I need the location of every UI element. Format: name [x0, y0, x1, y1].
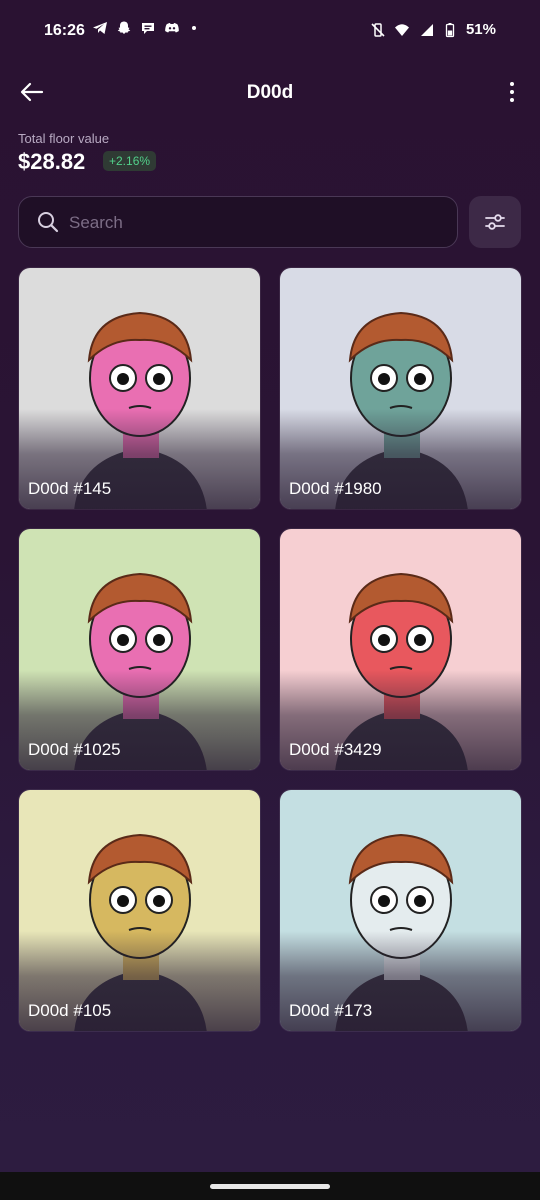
nft-card[interactable]: D00d #1980: [279, 267, 522, 510]
system-status-icons: 51%: [370, 21, 496, 38]
floor-change-badge: +2.16%: [103, 151, 157, 171]
nft-name: D00d #145: [28, 479, 112, 498]
filter-button[interactable]: [469, 196, 521, 248]
chat-bubble-icon: [142, 23, 154, 34]
floor-value-amount: $28.82: [18, 149, 86, 174]
snapchat-icon: [117, 21, 131, 34]
more-notifications-dot-icon: [192, 26, 196, 30]
nft-card[interactable]: D00d #145: [18, 267, 261, 510]
search-icon: [38, 212, 59, 233]
nft-name: D00d #1025: [28, 740, 121, 759]
filter-sliders-icon: [485, 214, 505, 230]
notification-icons: [92, 20, 204, 36]
nft-name: D00d #173: [289, 1001, 373, 1020]
page-title: D00d: [246, 82, 294, 103]
telegram-icon: [93, 22, 107, 34]
nft-grid: D00d #145 D00d #1980 D00d #1025 D00d #34…: [18, 267, 522, 1032]
status-bar: 16:26 51%: [0, 0, 540, 62]
vibrate-off-icon: [371, 22, 385, 37]
nft-name: D00d #3429: [289, 740, 382, 759]
top-app-bar: D00d: [0, 66, 540, 118]
wifi-icon: [394, 23, 409, 36]
floor-value-label: Total floor value: [18, 131, 110, 146]
nft-name: D00d #1980: [289, 479, 382, 498]
nft-card[interactable]: D00d #1025: [18, 528, 261, 771]
status-time: 16:26: [44, 22, 85, 39]
system-navigation-bar: [0, 1172, 540, 1200]
battery-percent: 51%: [465, 21, 496, 38]
nft-card[interactable]: D00d #105: [18, 789, 261, 1032]
cellular-signal-icon: [420, 23, 433, 36]
search-input[interactable]: [67, 207, 441, 239]
nft-name: D00d #105: [28, 1001, 112, 1020]
search-bar[interactable]: [18, 196, 458, 248]
nft-card[interactable]: D00d #173: [279, 789, 522, 1032]
home-gesture-handle[interactable]: [210, 1184, 330, 1189]
more-options-icon[interactable]: [502, 78, 522, 106]
battery-icon: [445, 22, 455, 37]
nft-card[interactable]: D00d #3429: [279, 528, 522, 771]
discord-icon: [165, 23, 179, 33]
